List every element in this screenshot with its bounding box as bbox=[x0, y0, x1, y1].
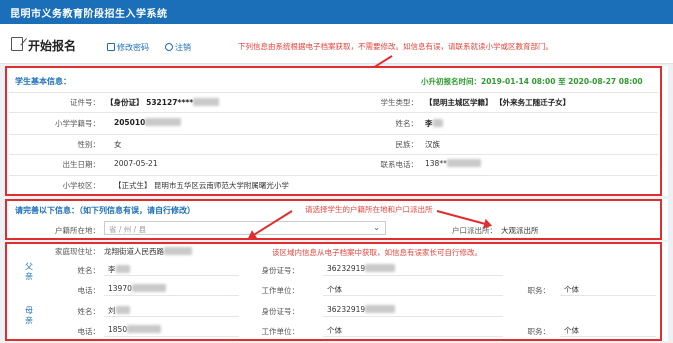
phone-value: 138** bbox=[425, 159, 481, 168]
student-type-value: 【昆明主城区学籍】 【外来务工随迁子女】 bbox=[425, 98, 571, 107]
fill-section-title: 请完善以下信息：（如下列信息有误，请自行修改） bbox=[15, 206, 195, 215]
phone-label: 联系电话： bbox=[380, 160, 419, 169]
enroll-time: 小升初报名时间：2019-01-14 08:00 至 2020-08-27 08… bbox=[421, 77, 643, 86]
id-label: 证件号： bbox=[70, 98, 100, 107]
annotation-note-3: 该区域内信息从电子档案中获取，如信息有误家长可自行修改。 bbox=[272, 248, 482, 257]
father-phone-label: 电话： bbox=[77, 286, 101, 295]
father-side-label: 父亲 bbox=[25, 262, 33, 281]
police-value[interactable]: 大观派出所 bbox=[501, 225, 539, 236]
student-name-value: 李 bbox=[425, 118, 443, 129]
address-value[interactable]: 龙翔街道人民西路 bbox=[104, 246, 192, 257]
nation-value: 汉族 bbox=[425, 140, 440, 149]
annotation-note-2: 请选择学生的户籍所在地和户口派出所 bbox=[305, 205, 433, 214]
mother-idcard-input[interactable]: 36232919 bbox=[323, 303, 503, 317]
app-title: 昆明市义务教育阶段招生入学系统 bbox=[10, 9, 168, 20]
nation-label: 民族： bbox=[395, 140, 419, 149]
divider bbox=[9, 134, 658, 135]
father-job-label: 职务： bbox=[527, 286, 551, 295]
student-name-label: 姓名： bbox=[395, 119, 419, 128]
divider bbox=[9, 175, 658, 176]
mother-side-label: 母亲 bbox=[25, 306, 33, 325]
father-name-input[interactable]: 李 bbox=[104, 262, 239, 276]
mother-phone-label: 电话： bbox=[77, 327, 101, 336]
student-type-label: 学生类型： bbox=[380, 98, 419, 107]
logout-link[interactable]: 注销 bbox=[165, 42, 191, 53]
mother-phone-input[interactable]: 1850 bbox=[104, 323, 239, 337]
mother-name-input[interactable]: 刘 bbox=[104, 303, 239, 317]
mother-job-input[interactable]: 个体 bbox=[560, 323, 656, 337]
chevron-down-icon: ⌄ bbox=[373, 223, 380, 232]
page-header: 开始报名 修改密码 注销 下列信息由系统根据电子档案获取，不需要修改。如信息有误… bbox=[0, 24, 673, 64]
school-label: 小学校区： bbox=[62, 181, 101, 190]
mother-job-label: 职务： bbox=[527, 327, 551, 336]
page-title: 开始报名 bbox=[28, 39, 77, 53]
divider bbox=[9, 92, 658, 93]
father-work-input[interactable]: 个体 bbox=[323, 282, 503, 296]
xueji-label: 小学学籍号： bbox=[55, 119, 100, 128]
change-password-link[interactable]: 修改密码 bbox=[107, 42, 149, 53]
gender-value: 女 bbox=[114, 140, 122, 149]
father-name-label: 姓名： bbox=[77, 266, 101, 275]
address-label: 家庭现住址： bbox=[55, 247, 100, 256]
divider bbox=[9, 154, 658, 155]
id-value: 【身份证】 532127**** bbox=[106, 97, 220, 108]
birth-value: 2007-05-21 bbox=[114, 159, 158, 168]
gender-label: 性别： bbox=[77, 140, 101, 149]
father-phone-input[interactable]: 13970 bbox=[104, 282, 239, 296]
father-work-label: 工作单位： bbox=[261, 286, 300, 295]
mother-idcard-label: 身份证号： bbox=[261, 307, 300, 316]
edit-icon bbox=[107, 43, 115, 51]
xueji-value: 205010 bbox=[114, 118, 182, 127]
annotation-note-1: 下列信息由系统根据电子档案获取，不需要修改。如信息有误，请联系就读小学或区教育部… bbox=[238, 42, 553, 51]
power-icon bbox=[165, 43, 173, 51]
birth-label: 出生日期： bbox=[62, 160, 101, 169]
father-idcard-input[interactable]: 36232919 bbox=[323, 262, 503, 276]
divider bbox=[9, 112, 658, 113]
hukou-label: 户籍所在地： bbox=[55, 226, 100, 235]
top-bar: 昆明市义务教育阶段招生入学系统 bbox=[0, 0, 673, 24]
edit-document-icon bbox=[11, 37, 23, 51]
mother-work-input[interactable]: 个体 bbox=[323, 323, 503, 337]
mother-work-label: 工作单位： bbox=[261, 327, 300, 336]
mother-name-label: 姓名： bbox=[77, 307, 101, 316]
school-value: 【正式生】 昆明市五华区云南师范大学附属曙光小学 bbox=[114, 181, 289, 190]
father-job-input[interactable]: 个体 bbox=[560, 282, 656, 296]
father-idcard-label: 身份证号： bbox=[261, 266, 300, 275]
student-section-title: 学生基本信息： bbox=[15, 77, 71, 86]
